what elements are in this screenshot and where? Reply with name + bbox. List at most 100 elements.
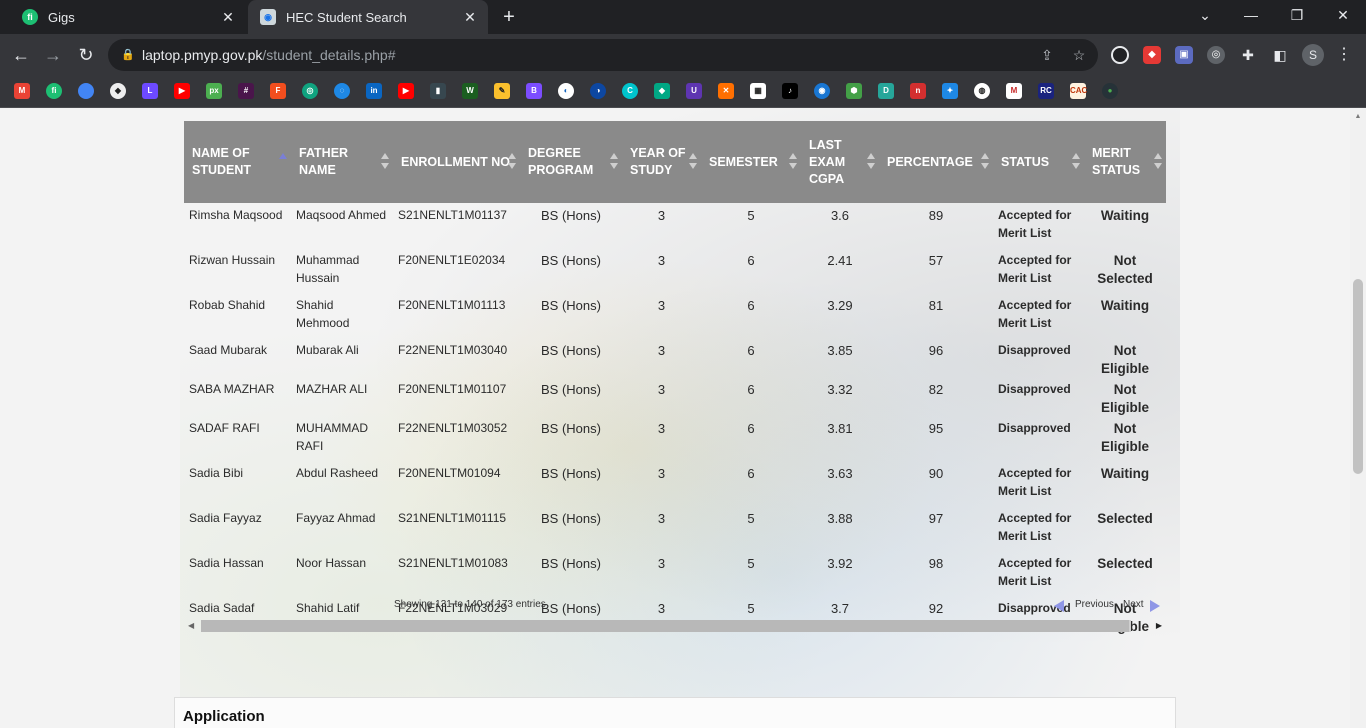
cell-percentage: 82 (928, 382, 944, 397)
table-row: Sadia Hassan Noor Hassan S21NENLT1M01083 BS… (184, 551, 1166, 596)
tab-gigs[interactable]: fi Gigs ✕ (8, 0, 246, 34)
px-icon[interactable]: px (206, 83, 222, 99)
address-bar[interactable]: 🔒 laptop.pmyp.gov.pk/student_details.php… (108, 39, 1098, 71)
bookmark-icon[interactable]: ◆ (654, 83, 670, 99)
new-tab-button[interactable]: + (498, 6, 520, 28)
column-header-cgpa[interactable]: LAST EXAM CGPA (801, 121, 879, 203)
close-icon[interactable]: ✕ (462, 9, 478, 25)
url-text[interactable]: laptop.pmyp.gov.pk/student_details.php# (142, 47, 395, 63)
tab-search-icon[interactable]: ⌄ (1182, 0, 1228, 30)
page-scrollbar[interactable]: ▲ (1350, 109, 1366, 728)
bookmark-icon[interactable]: ✎ (494, 83, 510, 99)
tab-strip: fi Gigs ✕ ◉ HEC Student Search ✕ + ⌄ — ❐… (0, 0, 1366, 34)
next-button[interactable]: Next (1123, 599, 1144, 610)
column-header-merit[interactable]: MERIT STATUS (1084, 121, 1166, 203)
canva-icon[interactable]: C (622, 83, 638, 99)
column-header-name[interactable]: NAME OF STUDENT (184, 121, 291, 203)
side-panel-icon[interactable]: ◧ (1271, 46, 1289, 64)
youtube-icon[interactable]: ▶ (174, 83, 190, 99)
extension-red-icon[interactable]: ◆ (1143, 46, 1161, 64)
bookmark-star-icon[interactable]: ☆ (1070, 46, 1088, 64)
bookmark-icon[interactable]: D (878, 83, 894, 99)
bookmark-icon[interactable]: ▮ (430, 83, 446, 99)
cell-semester: 6 (747, 421, 755, 436)
lock-icon[interactable]: 🔒 (120, 47, 136, 63)
bookmark-icon[interactable]: CAC (1070, 83, 1087, 99)
next-arrow-icon[interactable] (1150, 600, 1160, 612)
cell-year: 3 (657, 421, 666, 436)
bookmark-icon[interactable]: ● (1102, 83, 1118, 99)
close-icon[interactable]: ✕ (220, 9, 236, 25)
page-scroll-thumb[interactable] (1353, 279, 1363, 474)
bookmark-icon[interactable]: L (142, 83, 158, 99)
tab-hec-student-search[interactable]: ◉ HEC Student Search ✕ (248, 0, 488, 34)
bookmark-icon[interactable]: ◐ (558, 83, 574, 99)
bookmark-icon[interactable]: ◍ (974, 83, 990, 99)
bookmark-icon[interactable]: M (1006, 83, 1022, 99)
bookmark-icon[interactable]: ✕ (718, 83, 734, 99)
bookmark-icon[interactable]: U (686, 83, 702, 99)
bookmark-icon[interactable]: B (526, 83, 542, 99)
forward-button[interactable]: → (40, 42, 66, 68)
cell-merit-status: Not Eligible (1100, 343, 1149, 376)
tiktok-icon[interactable]: ♪ (782, 83, 798, 99)
cell-status: Accepted for Merit List (998, 511, 1072, 543)
reload-button[interactable]: ↻ (73, 42, 99, 68)
youtube-icon[interactable]: ▶ (398, 83, 414, 99)
column-header-percentage[interactable]: PERCENTAGE (879, 121, 993, 203)
bookmark-icon[interactable]: W (462, 83, 478, 99)
bookmark-icon[interactable]: RC (1038, 83, 1054, 99)
extensions-puzzle-icon[interactable]: ✚ (1239, 46, 1257, 64)
extension-screen-icon[interactable]: ▣ (1175, 46, 1193, 64)
prev-arrow-icon[interactable] (1054, 600, 1064, 612)
figma-icon[interactable]: F (270, 83, 286, 99)
bookmark-icon[interactable]: ◑ (590, 83, 606, 99)
column-header-year[interactable]: YEAR OF STUDY (622, 121, 701, 203)
back-button[interactable]: ← (8, 42, 34, 68)
chrome-circle-icon[interactable] (78, 83, 94, 99)
bookmark-icon[interactable]: ◉ (814, 83, 830, 99)
cell-student-name: Rimsha Maqsood (189, 208, 283, 222)
cell-student-name: Robab Shahid (189, 298, 266, 312)
cell-father-name: MUHAMMAD RAFI (296, 421, 368, 453)
chatgpt-icon[interactable]: ◎ (302, 83, 318, 99)
linkedin-icon[interactable]: in (366, 83, 382, 99)
scroll-up-icon[interactable]: ▲ (1354, 113, 1362, 121)
column-header-father[interactable]: FATHER NAME (291, 121, 393, 203)
bookmark-icon[interactable]: ✦ (942, 83, 958, 99)
bookmark-icon[interactable]: ▦ (750, 83, 766, 99)
cell-status: Disapproved (998, 343, 1071, 357)
previous-button[interactable]: Previous (1075, 599, 1114, 610)
bookmark-icon[interactable]: ⬢ (846, 83, 862, 99)
gmail-icon[interactable]: M (14, 83, 30, 99)
column-header-semester[interactable]: SEMESTER (701, 121, 801, 203)
restore-button[interactable]: ❐ (1274, 0, 1320, 30)
slack-icon[interactable]: # (238, 83, 254, 99)
bookmark-icon[interactable]: n (910, 83, 926, 99)
extension-sync-icon[interactable] (1111, 46, 1129, 64)
fiverr-icon[interactable]: fi (46, 83, 62, 99)
scroll-right-icon[interactable]: ▶ (1156, 621, 1162, 630)
window-close-button[interactable]: ✕ (1320, 0, 1366, 30)
column-header-enrollment[interactable]: ENROLLMENT NO (393, 121, 520, 203)
share-icon[interactable]: ⇪ (1038, 46, 1056, 64)
extension-record-icon[interactable]: ◎ (1207, 46, 1225, 64)
cell-cgpa: 3.29 (827, 298, 853, 313)
minimize-button[interactable]: — (1228, 0, 1274, 30)
horizontal-scrollbar[interactable]: ◀ ▶ (184, 619, 1166, 633)
scroll-thumb[interactable] (201, 620, 1129, 632)
cell-student-name: Sadia Fayyaz (189, 511, 262, 525)
cell-enrollment: S21NENLT1M01115 (398, 511, 507, 525)
cell-status: Disapproved (998, 382, 1071, 396)
cell-father-name: Muhammad Hussain (296, 253, 360, 285)
column-header-degree[interactable]: DEGREE PROGRAM (520, 121, 622, 203)
more-menu-icon[interactable]: ⋮ (1334, 44, 1354, 66)
cell-father-name: Shahid Mehmood (296, 298, 350, 330)
cell-semester: 5 (747, 556, 755, 571)
cell-enrollment: F20NENLT1M01113 (398, 298, 506, 312)
scroll-left-icon[interactable]: ◀ (188, 621, 194, 630)
bookmark-icon[interactable]: ◌ (334, 83, 350, 99)
bookmark-icon[interactable]: ◆ (110, 83, 126, 99)
column-header-status[interactable]: STATUS (993, 121, 1084, 203)
avatar[interactable]: S (1302, 44, 1324, 66)
